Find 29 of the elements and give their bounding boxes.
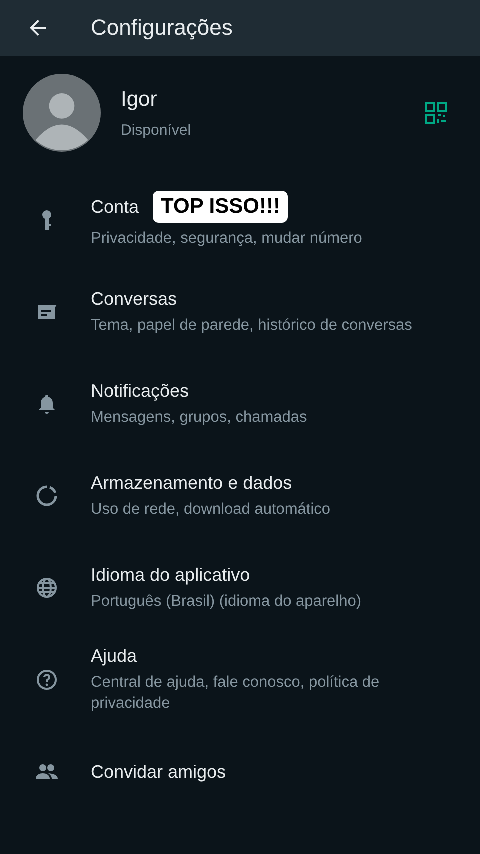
item-subtitle: Tema, papel de parede, histórico de conversas <box>91 316 412 336</box>
item-title: Armazenamento e dados <box>91 472 292 494</box>
screen-title: Configurações <box>91 15 233 41</box>
item-title: Ajuda <box>91 646 138 667</box>
caption-sticker: TOP ISSO!!! <box>153 191 288 223</box>
qr-code-icon[interactable] <box>424 101 448 125</box>
help-icon <box>35 668 59 692</box>
item-title: Convidar amigos <box>91 762 226 782</box>
globe-icon <box>35 576 59 600</box>
item-title: Idioma do aplicativo <box>91 564 250 586</box>
profile-status: Disponível <box>121 122 192 138</box>
item-subtitle: Uso de rede, download automático <box>91 500 331 520</box>
item-subtitle: Mensagens, grupos, chamadas <box>91 408 308 428</box>
item-title: Notificações <box>91 380 190 402</box>
settings-item[interactable]: Conta TOP ISSO!!! Privacidade, segurança, mudar número <box>0 174 480 266</box>
ring-icon <box>35 484 59 508</box>
avatar[interactable] <box>23 74 101 152</box>
settings-item[interactable]: Convidar amigos <box>0 726 480 818</box>
profile-name: Igor <box>121 88 158 112</box>
item-title: Conta <box>91 196 140 218</box>
item-subtitle: Português (Brasil) (idioma do aparelho) <box>91 592 362 612</box>
item-subtitle: Privacidade, segurança, mudar número <box>91 229 362 249</box>
settings-item[interactable]: Idioma do aplicativo Português (Brasil) (idioma do aparelho) <box>0 542 480 634</box>
item-title: Conversas <box>91 288 178 310</box>
settings-item[interactable]: Armazenamento e dados Uso de rede, download automático <box>0 450 480 542</box>
item-subtitle: Central de ajuda, fale conosco, política de privacidade <box>91 673 381 714</box>
settings-item[interactable]: Conversas Tema, papel de parede, histórico de conversas <box>0 266 480 358</box>
settings-item[interactable]: Notificações Mensagens, grupos, chamadas <box>0 358 480 450</box>
settings-item[interactable]: Ajuda Central de ajuda, fale conosco, política de privacidade <box>0 634 480 726</box>
